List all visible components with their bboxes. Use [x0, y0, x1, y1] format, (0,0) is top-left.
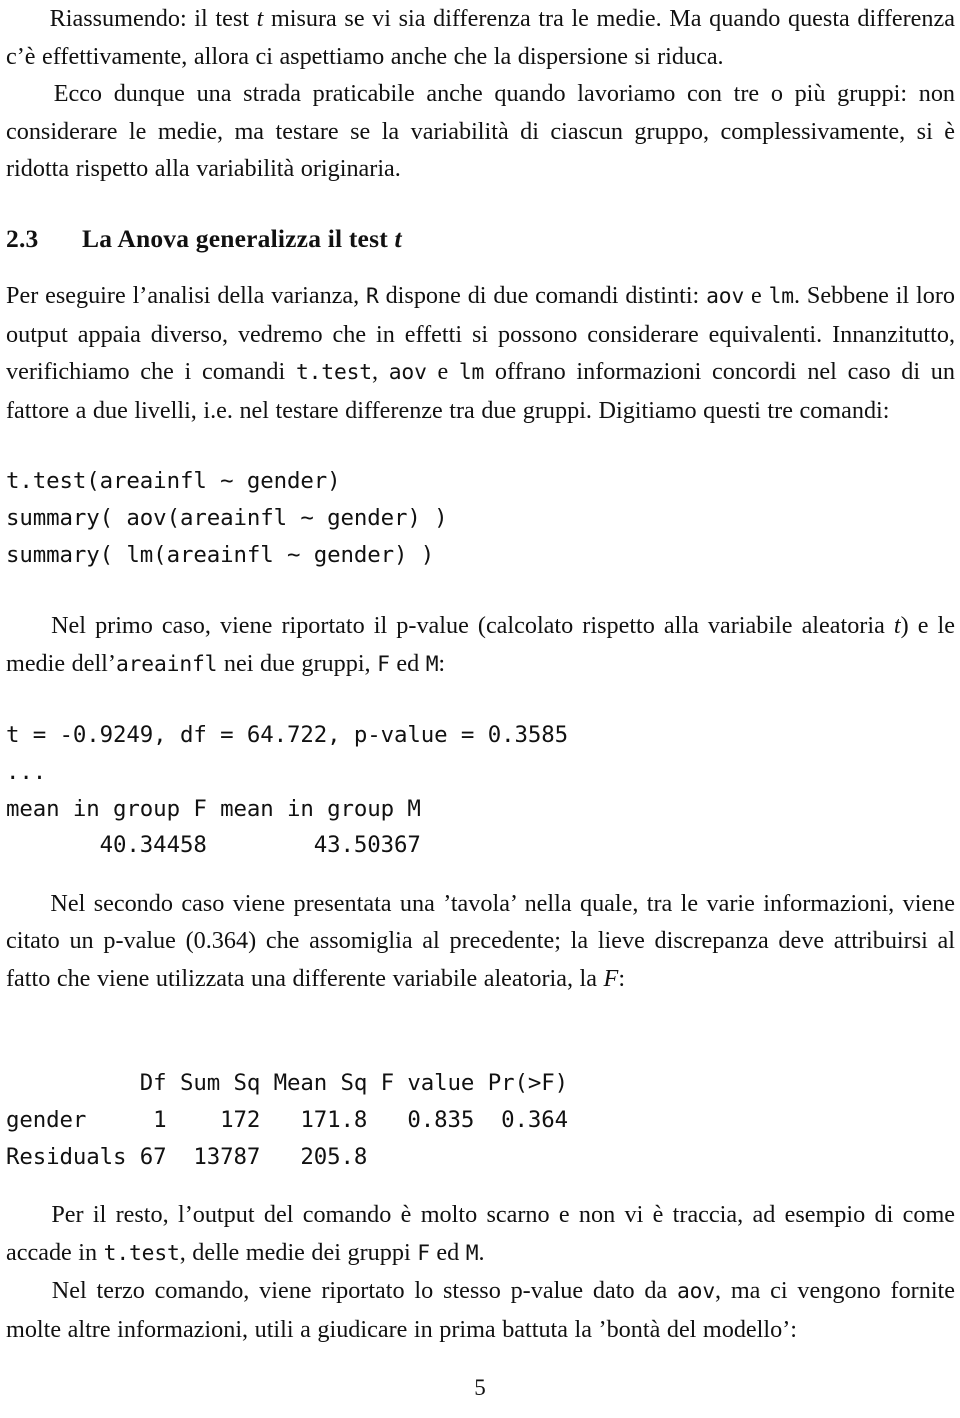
paragraph-ecco-dunque: Ecco dunque una strada praticabile anche… — [6, 75, 955, 188]
code-block-commands: t.test(areainfl ~ gender) summary( aov(a… — [6, 468, 448, 568]
section-heading-2-3: 2.3 La Anova generalizza il test t — [6, 222, 955, 256]
paragraph-text-segment: ed — [389, 649, 426, 677]
paragraph-text-segment: , delle medie dei gruppi — [179, 1238, 418, 1266]
document-page: Riassumendo: il test t misura se vi sia … — [0, 0, 960, 1418]
inline-code-group-F: F — [377, 651, 390, 677]
inline-code-aov-2: aov — [388, 360, 427, 386]
paragraph-nel-secondo-caso: Nel secondo caso viene presentata una ’t… — [6, 885, 955, 998]
math-italic-t-2: t — [893, 612, 901, 640]
paragraph-text-segment: Ecco dunque una strada praticabile anche… — [6, 80, 956, 183]
paragraph-text-segment: Nel secondo caso viene presentata una ’t… — [6, 889, 955, 992]
paragraph-nel-primo-caso: Nel primo caso, viene riportato il p-val… — [6, 607, 955, 683]
paragraph-text-segment: nei due gruppi, — [217, 649, 378, 677]
paragraph-per-il-resto: Per il resto, l’output del comando è mol… — [6, 1196, 955, 1272]
spacer-before-section — [6, 188, 955, 222]
spacer-before-anova-table — [6, 997, 955, 1044]
spacer-before-anova-table-2 — [6, 1044, 955, 1065]
paragraph-text-segment: Nel primo caso, viene riportato il p-val… — [51, 612, 894, 640]
inline-code-aov: aov — [706, 283, 745, 309]
paragraph-text-segment: : — [438, 649, 446, 677]
paragraph-text-segment: , — [371, 358, 389, 386]
paragraph-text-segment: : — [618, 964, 626, 992]
inline-code-t-test: t.test — [295, 360, 372, 386]
paragraph-text-segment: Riassumendo: il test — [49, 5, 257, 32]
section-title-math-t: t — [394, 223, 402, 253]
inline-code-group-F-2: F — [417, 1240, 430, 1266]
inline-code-lm: lm — [768, 283, 794, 309]
inline-code-group-M: M — [425, 651, 439, 677]
section-number: 2.3 — [6, 223, 39, 253]
paragraph-riassumendo: Riassumendo: il test t misura se vi sia … — [6, 0, 955, 75]
page-number: 5 — [474, 1375, 486, 1400]
inline-code-aov-3: aov — [676, 1279, 715, 1305]
math-italic-F: F — [603, 964, 619, 992]
paragraph-text-segment: . — [478, 1238, 485, 1266]
paragraph-text-segment: dispone di due comandi distinti: — [378, 281, 707, 309]
spacer-after-ttest-output — [6, 864, 955, 885]
paragraph-nel-terzo-comando: Nel terzo comando, viene riportato lo st… — [6, 1272, 955, 1348]
spacer-after-section — [6, 256, 955, 277]
paragraph-text-segment: ed — [429, 1238, 466, 1266]
paragraph-text-segment: Nel terzo comando, viene riportato lo st… — [51, 1277, 677, 1305]
inline-code-t-test-2: t.test — [103, 1240, 180, 1266]
paragraph-text-segment: e — [744, 281, 769, 309]
spacer-after-commands — [6, 573, 955, 607]
spacer-after-anova-table — [6, 1175, 955, 1196]
paragraph-text-segment: e — [426, 358, 459, 386]
spacer-before-commands — [6, 429, 955, 463]
spacer-before-ttest-output — [6, 683, 955, 717]
paragraph-text-segment: Per eseguire l’analisi della varianza, — [6, 281, 367, 309]
inline-code-R: R — [366, 283, 379, 309]
code-block-ttest-output: t = -0.9249, df = 64.722, p-value = 0.35… — [6, 722, 568, 859]
code-block-anova-table: Df Sum Sq Mean Sq F value Pr(>F) gender … — [6, 1070, 568, 1170]
inline-code-lm-2: lm — [458, 360, 485, 386]
inline-code-areainfl: areainfl — [115, 651, 218, 677]
section-title: La Anova generalizza il test — [82, 223, 395, 253]
inline-code-group-M-2: M — [465, 1240, 479, 1266]
paragraph-per-eseguire: Per eseguire l’analisi della varianza, R… — [6, 277, 955, 429]
